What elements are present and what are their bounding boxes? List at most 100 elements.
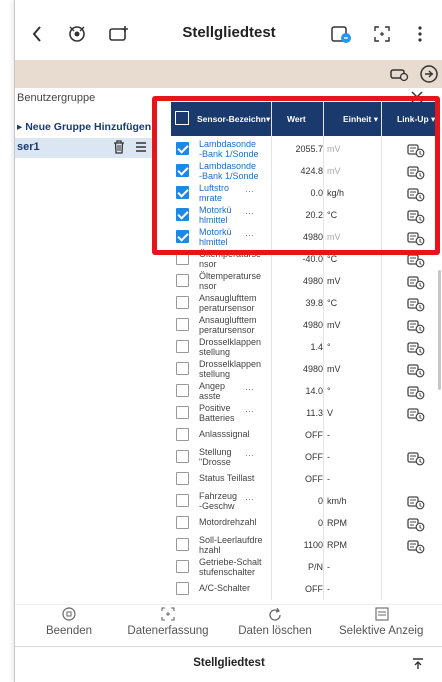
table-row[interactable]: Positive Batteries ··· 11.3 V [171,402,439,424]
sensor-unit: V [327,408,334,418]
link-up-icon[interactable] [407,296,425,312]
link-up-icon[interactable] [407,516,425,532]
user-item[interactable]: ser1 [15,138,155,158]
sensor-unit: RPM [327,540,347,550]
row-checkbox[interactable] [176,296,189,309]
sensor-name: Öltemperaturse nsor [199,271,262,291]
table-row[interactable]: Fahrzeug -Geschw ··· 0 km/h [171,490,439,512]
row-checkbox[interactable] [176,472,189,485]
sensor-value: OFF [305,474,323,484]
stop-circle-icon [29,607,109,623]
sensor-name: Stellung "Drosse [199,447,232,467]
table-row[interactable]: Soll-Leerlaufdre hzahl 1100 RPM [171,534,439,556]
row-checkbox[interactable] [176,582,189,595]
more-vertical-icon[interactable] [413,22,427,46]
sensor-value: 39.8 [305,298,323,308]
link-up-icon[interactable] [407,450,425,466]
engine-icon[interactable] [419,64,441,84]
row-checkbox[interactable] [176,384,189,397]
row-checkbox[interactable] [176,538,189,551]
row-checkbox[interactable] [176,362,189,375]
table-row[interactable]: Getriebe-Schalt stufenschalter P/N - [171,556,439,578]
link-up-icon[interactable] [407,318,425,334]
row-checkbox[interactable] [176,340,189,353]
sensor-unit: ° [327,386,331,396]
drag-handle-icon[interactable] [135,140,147,158]
user-name: ser1 [17,141,40,153]
user-group-panel: Benutzergruppe ▸ Neue Gruppe Hinzufügen … [15,88,155,604]
row-checkbox[interactable] [176,494,189,507]
more-dots-icon[interactable]: ··· [245,407,255,416]
sensor-name: Drosselklappen stellung [199,359,262,379]
stop-button[interactable]: Beenden [29,607,109,637]
sensor-name: Positive Batteries [199,403,235,423]
sensor-name: Fahrzeug -Geschw [199,491,238,511]
sensor-unit: mV [327,276,341,286]
calendar-icon[interactable] [329,22,353,46]
trash-icon[interactable] [113,140,125,159]
footer-title: Stellgliedtest [193,657,265,669]
row-checkbox[interactable] [176,560,189,573]
table-row[interactable]: Stellung "Drosse ··· OFF - [171,446,439,468]
add-group-button[interactable]: ▸ Neue Gruppe Hinzufügen [15,116,155,138]
sensor-value: OFF [305,452,323,462]
row-checkbox[interactable] [176,516,189,529]
selection-highlight [152,96,440,255]
table-row[interactable]: Angep asste ··· 14.0 ° [171,380,439,402]
table-row[interactable]: Ansauglufttem peratursensor 4980 mV [171,314,439,336]
list-view-icon [375,607,442,623]
action-bar: Beenden Datenerfassung Daten löschen Sel… [15,604,442,646]
table-row[interactable]: Ansauglufttem peratursensor 39.8 °C [171,292,439,314]
row-checkbox[interactable] [176,428,189,441]
table-row[interactable]: Drosselklappen stellung 4980 mV [171,358,439,380]
row-checkbox[interactable] [176,406,189,419]
collapse-icon[interactable] [411,657,425,676]
more-dots-icon[interactable]: ··· [245,495,255,504]
sensor-name: Soll-Leerlaufdre hzahl [199,535,263,555]
link-up-icon[interactable] [407,384,425,400]
car-add-icon[interactable] [107,22,131,46]
link-up-icon[interactable] [407,362,425,378]
table-row[interactable]: Status Teillast OFF - [171,468,439,490]
capture-icon [115,607,221,623]
table-row[interactable]: Motordrehzahl 0 RPM [171,512,439,534]
vehicle-settings-icon[interactable] [65,22,89,46]
sensor-value: 1100 [303,540,323,550]
sensor-value: OFF [305,430,323,440]
more-dots-icon[interactable]: ··· [245,385,255,394]
sensor-value: 4980 [302,276,323,286]
car-link-icon[interactable] [389,64,411,84]
sensor-unit: - [327,562,330,572]
group-label: Benutzergruppe [17,92,96,104]
table-row[interactable]: A/C-Schalter OFF - [171,578,439,600]
link-up-icon[interactable] [407,340,425,356]
capture-button[interactable]: Datenerfassung [115,607,221,637]
table-row[interactable]: Anlasssignal OFF - [171,424,439,446]
table-row[interactable]: Drosselklappen stellung 1.4 ° [171,336,439,358]
more-dots-icon[interactable]: ··· [245,451,255,460]
link-up-icon[interactable] [407,274,425,290]
selective-view-button[interactable]: Selektive Anzeig [333,607,442,637]
row-checkbox[interactable] [176,450,189,463]
link-up-icon[interactable] [407,538,425,554]
clear-data-button[interactable]: Daten löschen [225,607,325,637]
capture-button-label: Datenerfassung [127,625,209,637]
chevron-left-icon[interactable] [29,22,45,46]
sensor-unit: mV [327,364,341,374]
stop-button-label: Beenden [45,625,93,637]
sensor-unit: °C [327,298,338,308]
sensor-value: 4980 [302,364,323,374]
expand-icon[interactable] [371,22,393,46]
sensor-unit: °C [327,254,338,264]
row-checkbox[interactable] [176,274,189,287]
sensor-unit: km/h [327,496,347,506]
toolbar-strip [15,60,442,88]
scrollbar[interactable] [438,270,441,390]
table-row[interactable]: Öltemperaturse nsor 4980 mV [171,270,439,292]
link-up-icon[interactable] [407,406,425,422]
row-checkbox[interactable] [176,318,189,331]
sensor-name: Drosselklappen stellung [199,337,262,357]
link-up-icon[interactable] [407,494,425,510]
sensor-value: 14.0 [305,386,323,396]
sensor-unit: mV [327,320,341,330]
